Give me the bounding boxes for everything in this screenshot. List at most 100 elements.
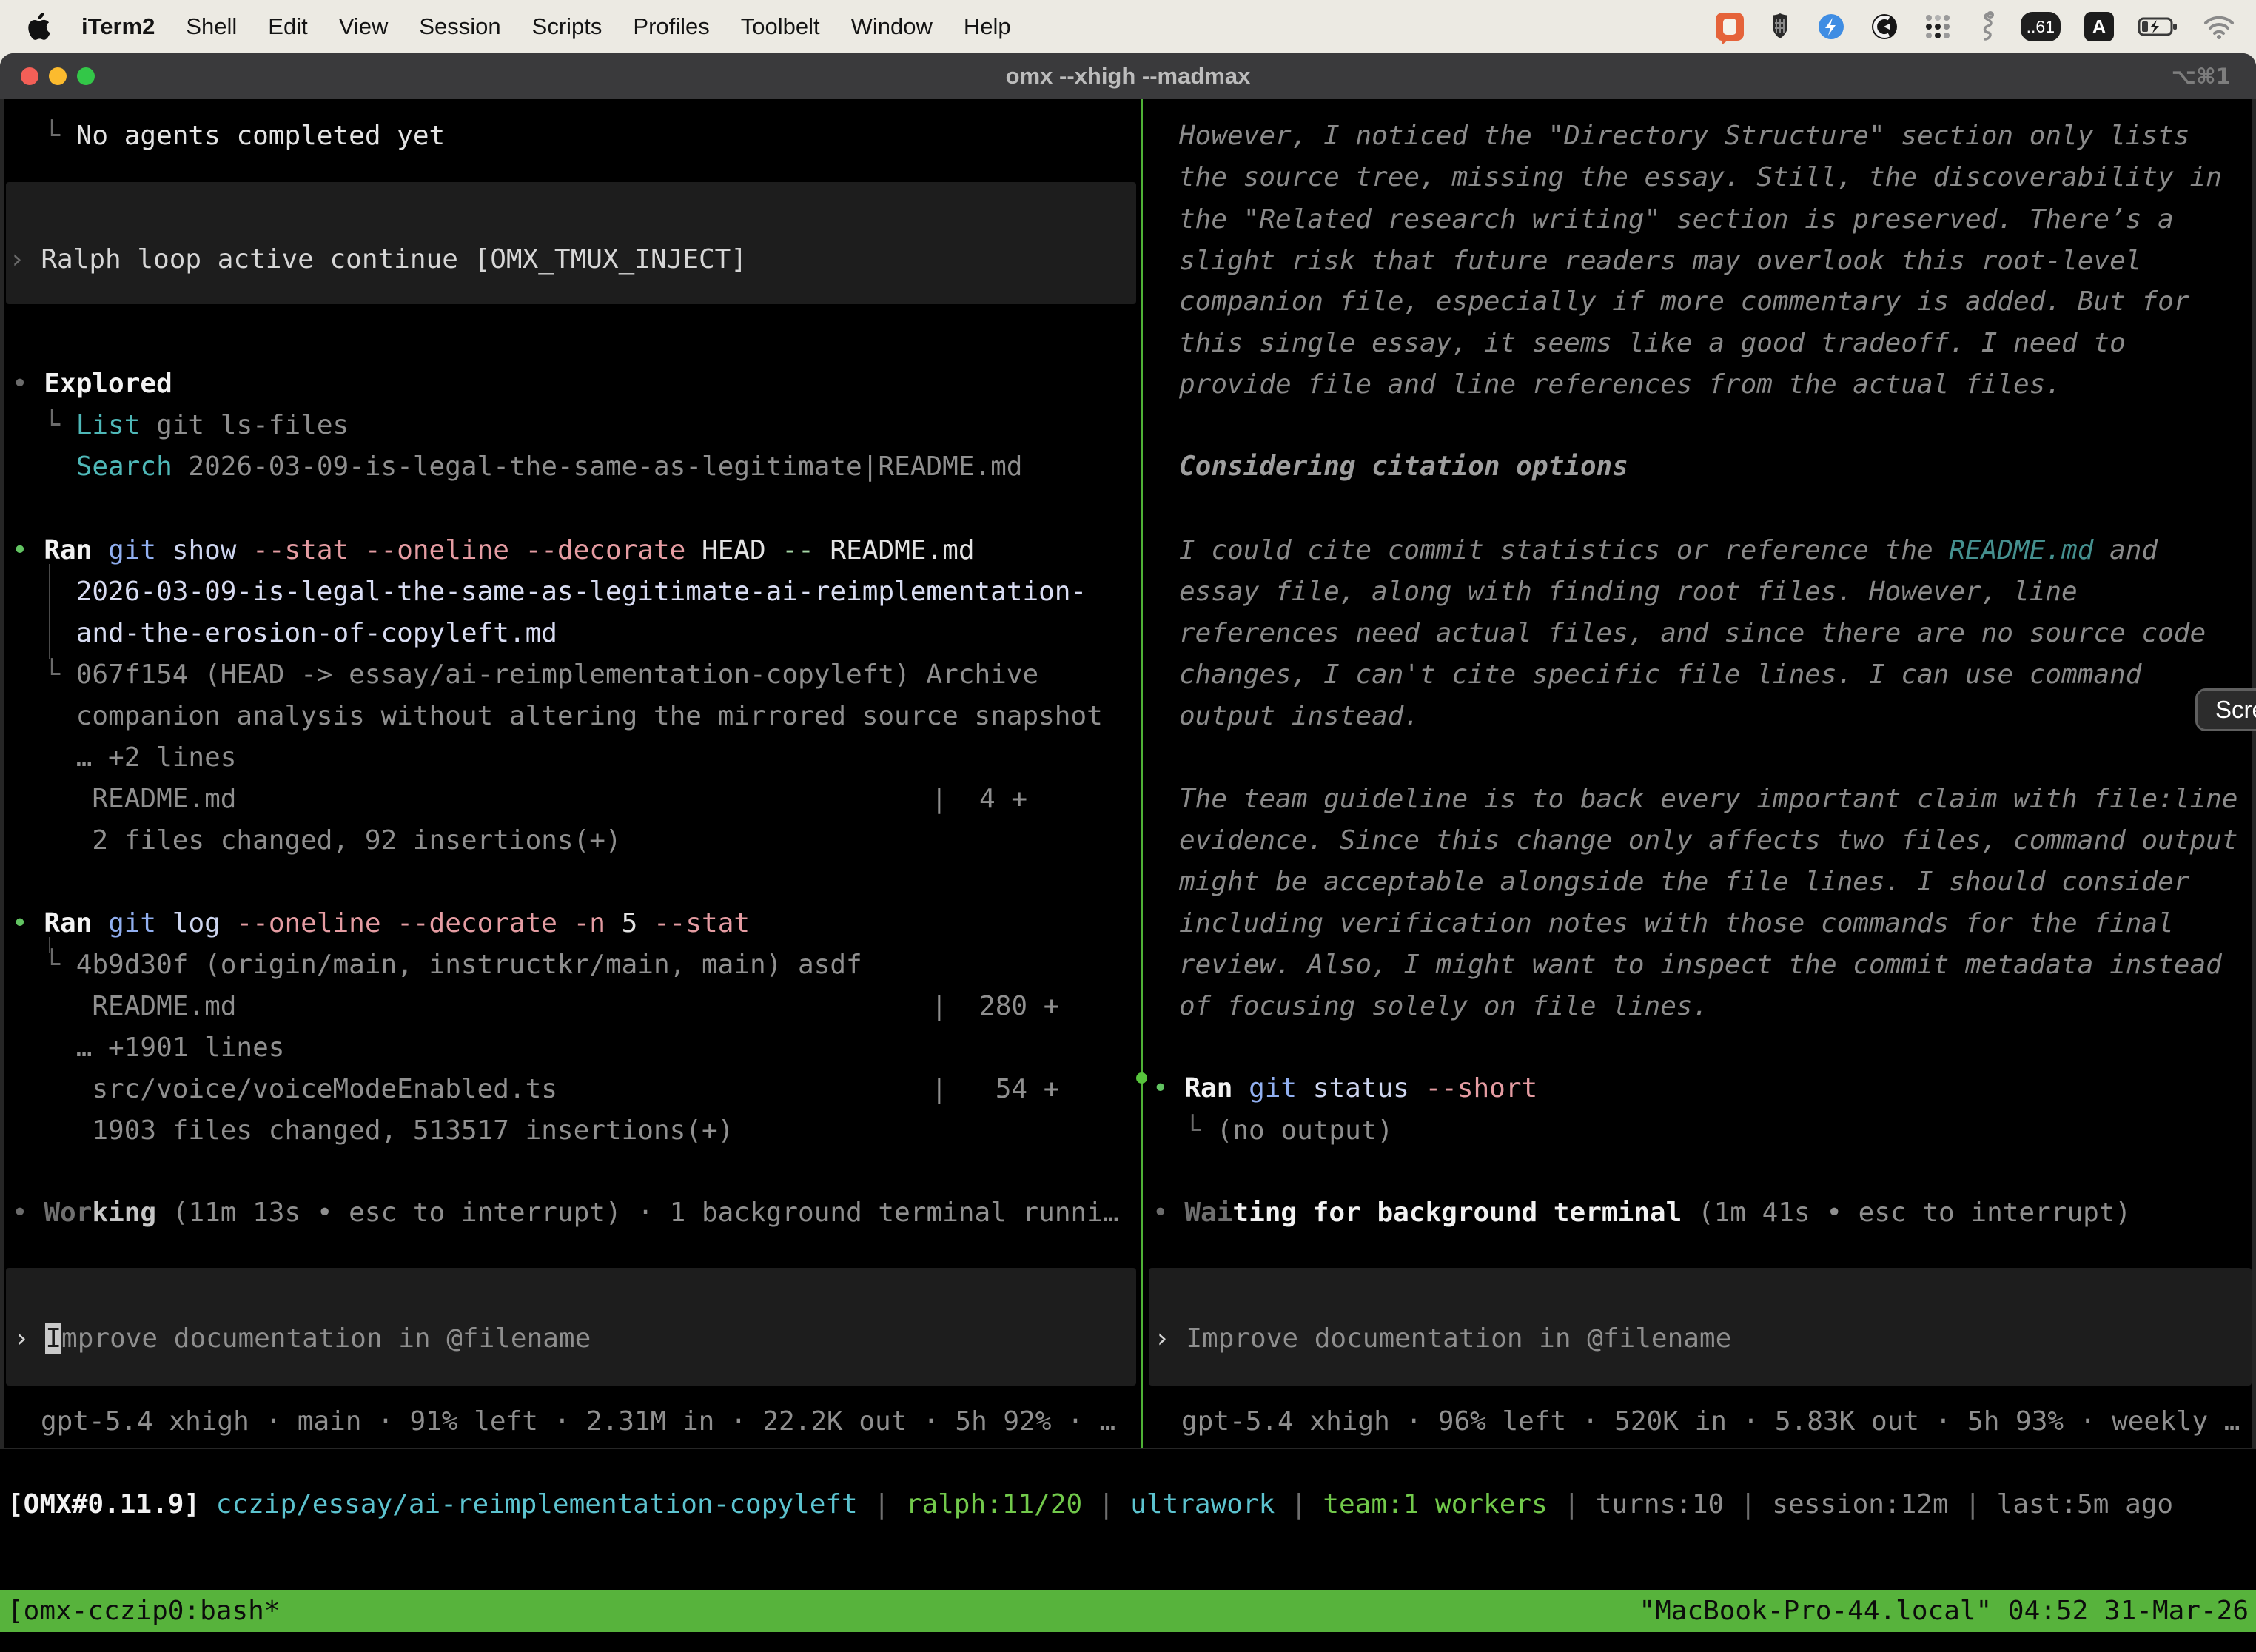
dark-crescent-icon[interactable] [1870, 9, 1899, 44]
text-segment: └ [12, 659, 76, 690]
text-segment: evidence. Since this change only affects… [1179, 825, 2237, 856]
text-segment: └ [1152, 1115, 1217, 1146]
text-segment: session:12m [1772, 1489, 1948, 1520]
window-title: omx --xhigh --madmax [0, 53, 2256, 99]
window-title-bar[interactable]: omx --xhigh --madmax ⌥⌘1 [0, 53, 2256, 99]
text-segment: show [172, 535, 252, 565]
text-segment: provide file and line references from th… [1179, 369, 2061, 400]
text-segment: might be acceptable alongside the file l… [1179, 867, 2189, 897]
terminal-line: src/voice/voiceModeEnabled.ts| 54 + [12, 1069, 557, 1110]
menu-item-scripts[interactable]: Scripts [532, 13, 602, 40]
text-segment: | 54 + [931, 1069, 1059, 1110]
text-segment: README.md [1949, 535, 2093, 565]
menu-item-window[interactable]: Window [851, 13, 933, 40]
terminal-line: README.md| 4 + [12, 779, 236, 820]
terminal-line: essay file, along with finding root file… [1179, 571, 2078, 613]
shield-grid-icon[interactable] [1767, 9, 1793, 44]
input-source-icon[interactable]: A [2084, 12, 2114, 41]
text-segment: └ [12, 410, 76, 440]
menu-item-shell[interactable]: Shell [186, 13, 237, 40]
composer-input-right[interactable]: › Improve documentation in @filename [1154, 1318, 1731, 1360]
text-segment: README.md [830, 535, 974, 565]
text-segment: last:5m ago [1997, 1489, 2173, 1520]
terminal-line: the source tree, missing the essay. Stil… [1179, 157, 2222, 198]
text-segment: README.md [12, 784, 236, 814]
text-segment: ralph:11/20 [906, 1489, 1082, 1520]
ralph-loop-banner[interactable]: › Ralph loop active continue [OMX_TMUX_I… [9, 239, 747, 281]
text-segment: | [1949, 1489, 1997, 1520]
screen-overlay-label: Scre [2215, 696, 2256, 724]
menu-item-help[interactable]: Help [964, 13, 1011, 40]
terminal-content[interactable]: └ No agents completed yet › Ralph loop ac… [0, 99, 2256, 1652]
text-segment: output instead. [1179, 701, 1420, 731]
text-segment: this single essay, it seems like a good … [1179, 328, 2126, 358]
text-segment: • [12, 908, 44, 939]
text-segment: --stat --oneline --decorate [252, 535, 702, 565]
screen-recording-icon[interactable] [1716, 9, 1744, 44]
text-segment: git [1249, 1073, 1313, 1104]
status-line-right: gpt-5.4 xhigh · 96% left · 520K in · 5.8… [1181, 1401, 2240, 1443]
apple-logo-icon[interactable] [27, 12, 52, 41]
text-segment: └ [12, 950, 76, 980]
terminal-line: • Working (11m 13s • esc to interrupt) ·… [12, 1192, 1119, 1234]
menu-item-edit[interactable]: Edit [268, 13, 307, 40]
iterm2-window: omx --xhigh --madmax ⌥⌘1 └ No agents com… [0, 53, 2256, 1652]
text-segment: | [1548, 1489, 1596, 1520]
dots-grid-icon[interactable] [1923, 9, 1953, 44]
composer-input-left[interactable]: › Improve documentation in @filename [13, 1318, 591, 1360]
terminal-line: of focusing solely on file lines. [1179, 986, 1708, 1027]
terminal-line: Considering citation options [1179, 446, 1628, 488]
omx-status-bar: [OMX#0.11.9] cczip/essay/ai-reimplementa… [7, 1484, 2173, 1525]
text-segment: Wai [1184, 1198, 1232, 1228]
text-segment: of focusing solely on file lines. [1179, 991, 1708, 1021]
text-segment: king [92, 1198, 156, 1228]
terminal-line: provide file and line references from th… [1179, 364, 2061, 406]
hook-icon[interactable] [1976, 9, 1997, 44]
text-segment: README.md [12, 991, 236, 1021]
text-segment: | [1082, 1489, 1130, 1520]
text-segment: companion file, especially if more comme… [1179, 286, 2189, 317]
text-segment: › [1154, 1323, 1186, 1354]
text-segment: However, I noticed the "Directory Struct… [1179, 121, 2189, 151]
text-segment: Wor [44, 1198, 92, 1228]
right-terminal-pane[interactable]: However, I noticed the "Directory Struct… [1144, 99, 2256, 1448]
text-segment: 2026-03-09-is-legal-the-same-as-legitima… [172, 451, 1023, 482]
text-segment: List [76, 410, 141, 440]
text-segment: | [858, 1489, 906, 1520]
terminal-line: • Ran git log --oneline --decorate -n 5 … [12, 903, 750, 944]
text-segment: changes, I can't cite specific file line… [1179, 659, 2141, 690]
menu-item-iterm2[interactable]: iTerm2 [81, 13, 155, 40]
text-segment: --short [1425, 1073, 1537, 1104]
menu-item-session[interactable]: Session [419, 13, 500, 40]
text-segment: (1m 41s • esc to interrupt) [1682, 1198, 2131, 1228]
badge-61-icon[interactable]: ..61 [2021, 12, 2061, 41]
terminal-line: changes, I can't cite specific file line… [1179, 654, 2141, 696]
text-segment: • [12, 369, 44, 399]
text-segment: I could cite commit statistics or refere… [1179, 535, 1949, 565]
battery-charging-icon[interactable] [2138, 9, 2179, 44]
left-terminal-pane[interactable]: └ No agents completed yet › Ralph loop ac… [0, 99, 1141, 1448]
window-shortcut-badge: ⌥⌘1 [2171, 53, 2231, 99]
text-segment: turns:10 [1596, 1489, 1724, 1520]
screen-overlay-chip[interactable]: Scre [2195, 688, 2256, 731]
text-segment: • [12, 535, 44, 565]
pane-divider[interactable] [1141, 99, 1143, 1448]
text-segment: and-the-erosion-of-copyleft.md [12, 618, 557, 648]
blue-bolt-icon[interactable] [1816, 9, 1846, 44]
text-segment: the source tree, missing the essay. Stil… [1179, 162, 2222, 192]
terminal-line: • Ran git show --stat --oneline --decora… [12, 530, 975, 571]
tmux-session-label: [omx-cczip0:bash* [7, 1596, 280, 1626]
wifi-icon[interactable] [2203, 9, 2235, 44]
text-segment: essay file, along with finding root file… [1179, 577, 2078, 607]
text-segment: 4b9d30f (origin/main, instructkr/main, m… [76, 950, 862, 980]
text-segment: › [13, 1323, 45, 1354]
terminal-line: └ No agents completed yet [12, 115, 445, 157]
menu-item-view[interactable]: View [339, 13, 389, 40]
terminal-line: evidence. Since this change only affects… [1179, 820, 2237, 862]
text-segment: gpt-5.4 xhigh · 96% left · 520K in · 5.8… [1181, 1406, 2240, 1437]
menu-item-toolbelt[interactable]: Toolbelt [741, 13, 820, 40]
menu-item-profiles[interactable]: Profiles [633, 13, 709, 40]
text-segment: git ls-files [140, 410, 349, 440]
text-segment: including verification notes with those … [1179, 908, 2174, 939]
text-segment: references need actual files, and since … [1179, 618, 2206, 648]
